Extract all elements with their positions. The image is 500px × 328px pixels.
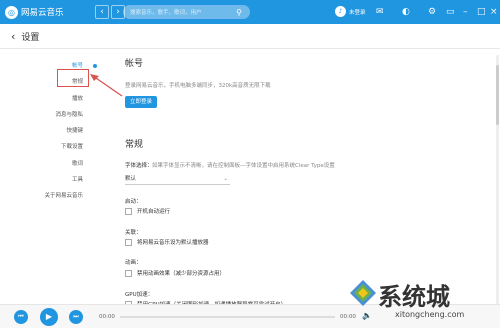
sidebar-item-label: 消息与隐私 — [55, 111, 83, 118]
sidebar-item-label: 下载设置 — [60, 144, 83, 151]
sidebar-item-shortcuts[interactable]: 快捷键 — [38, 123, 98, 139]
username[interactable]: 未登录 — [349, 8, 366, 16]
volume-icon[interactable]: 🔈 — [362, 311, 372, 320]
anim-label: 动画： — [125, 260, 142, 266]
page-title: 设置 — [21, 32, 40, 43]
app-logo[interactable]: ◎ 网易云音乐 — [5, 5, 64, 19]
time-total: 00:00 — [340, 314, 356, 320]
assoc-checkbox-row[interactable]: 将网易云音乐设为默认播放器 — [125, 238, 209, 246]
sidebar-item-label: 工具 — [71, 177, 83, 184]
anim-option-label: 禁用动画效果（减少部分资源占用） — [137, 271, 226, 277]
sidebar-item-download[interactable]: 下载设置 — [38, 139, 98, 155]
mini-mode-icon[interactable]: ▭ — [446, 5, 455, 19]
sidebar-item-label: 关于网易云音乐 — [44, 193, 83, 200]
app-name: 网易云音乐 — [21, 8, 64, 18]
watermark-logo-icon — [350, 280, 376, 306]
font-select[interactable]: 默认 ⌄ — [125, 173, 230, 185]
sidebar-item-about[interactable]: 关于网易云音乐 — [38, 188, 98, 204]
login-button[interactable]: 立即登录 — [125, 96, 158, 108]
play-icon[interactable]: ▶ — [40, 308, 58, 326]
watermark-text: 系统城 — [378, 283, 450, 311]
back-arrow-button[interactable]: ‹ — [95, 5, 109, 19]
previous-track-icon[interactable]: ⏮ — [14, 310, 28, 324]
time-current: 00:00 — [99, 314, 115, 320]
title-bar: ◎ 网易云音乐 ‹ › 搜索音乐，歌手，歌词，用户 ⚲ ♪ 未登录 ✉ ◐ ⚙ … — [0, 0, 500, 24]
netease-music-icon: ◎ — [5, 5, 18, 19]
sidebar-item-tools[interactable]: 工具 — [38, 172, 98, 188]
annotation-arrow-icon — [90, 74, 123, 97]
settings-gear-icon[interactable]: ⚙ — [428, 5, 436, 19]
next-track-icon[interactable]: ⏭ — [69, 310, 83, 324]
close-icon[interactable]: × — [490, 5, 498, 19]
account-description: 登录网易云音乐，手机电脑多端同步，320k高音质无限下载 — [125, 83, 271, 89]
search-input[interactable]: 搜索音乐，歌手，歌词，用户 ⚲ — [123, 5, 250, 19]
sidebar-item-lyrics[interactable]: 歌词 — [38, 156, 98, 172]
scrollbar-thumb[interactable] — [496, 65, 499, 125]
section-title-general: 常规 — [125, 140, 144, 150]
progress-bar[interactable] — [120, 316, 335, 318]
watermark-url: xitongcheng.com — [395, 310, 465, 319]
gpu-label: GPU加速： — [125, 292, 154, 298]
sidebar-item-label: 快捷键 — [66, 128, 83, 135]
startup-checkbox-row[interactable]: 开机自动运行 — [125, 207, 170, 215]
annotation-highlight-box — [57, 69, 89, 87]
minimize-icon[interactable]: – — [463, 5, 468, 19]
assoc-option-label: 将网易云音乐设为默认播放器 — [137, 240, 209, 246]
font-label: 字体选择： — [125, 163, 153, 169]
font-note: 如果字体显示不清晰，请在控制面板—字体设置中启用系统Clear Type设置 — [152, 163, 335, 169]
page-header: ‹ 设置 — [0, 24, 500, 49]
active-dot-icon — [93, 64, 97, 68]
mail-icon[interactable]: ✉ — [376, 5, 384, 19]
anim-checkbox-row[interactable]: 禁用动画效果（减少部分资源占用） — [125, 269, 225, 277]
sidebar-item-label: 播放 — [71, 95, 83, 102]
startup-label: 启动： — [125, 199, 142, 205]
maximize-icon[interactable]: □ — [477, 5, 486, 19]
back-icon[interactable]: ‹ — [11, 30, 15, 43]
skin-icon[interactable]: ◐ — [402, 5, 410, 19]
search-placeholder: 搜索音乐，歌手，歌词，用户 — [130, 10, 202, 16]
startup-option-label: 开机自动运行 — [137, 209, 171, 215]
sidebar-item-label: 歌词 — [71, 160, 83, 167]
search-icon[interactable]: ⚲ — [236, 8, 242, 17]
avatar[interactable]: ♪ — [335, 6, 346, 17]
sidebar-item-privacy[interactable]: 消息与隐私 — [38, 107, 98, 123]
section-title-account: 帐号 — [125, 59, 144, 69]
font-select-value: 默认 — [125, 176, 137, 182]
assoc-label: 关联： — [125, 230, 142, 236]
startup-checkbox[interactable] — [125, 207, 132, 215]
scrollbar[interactable] — [496, 55, 499, 305]
chevron-down-icon: ⌄ — [223, 176, 228, 182]
assoc-checkbox[interactable] — [125, 238, 132, 246]
anim-checkbox[interactable] — [125, 269, 132, 277]
